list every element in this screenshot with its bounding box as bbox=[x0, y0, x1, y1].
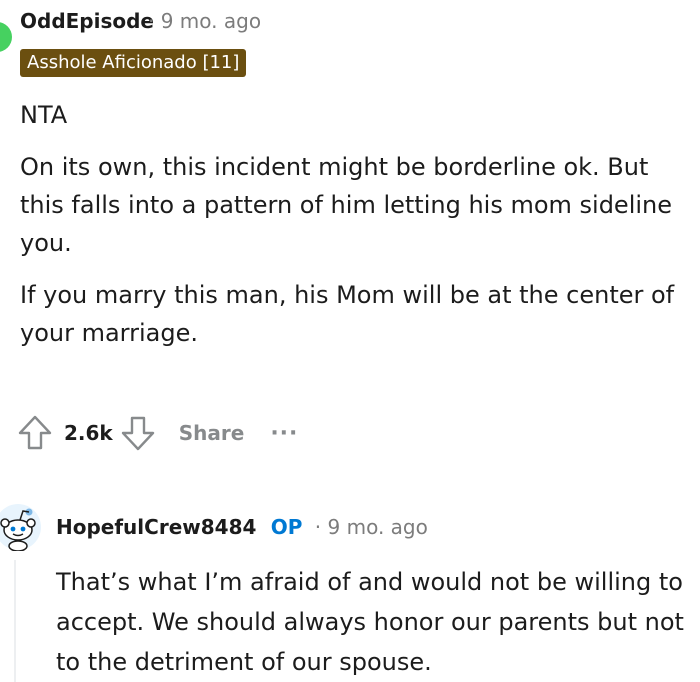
upvote-button[interactable] bbox=[16, 413, 54, 453]
snoo-avatar-icon[interactable] bbox=[0, 503, 42, 551]
comment-author[interactable]: OddEpisode bbox=[20, 9, 154, 33]
thread-line[interactable] bbox=[14, 560, 16, 682]
comment-body: NTA On its own, this incident might be b… bbox=[20, 96, 690, 366]
downvote-button[interactable] bbox=[119, 413, 157, 453]
comment-timestamp[interactable]: · 9 mo. ago bbox=[148, 9, 261, 33]
share-button[interactable]: Share bbox=[179, 421, 245, 445]
comment-header: HopefulCrew8484 OP · 9 mo. ago bbox=[56, 515, 428, 539]
more-options-icon[interactable]: ··· bbox=[270, 421, 298, 446]
upvote-arrow-icon bbox=[18, 415, 52, 450]
comment-timestamp[interactable]: · 9 mo. ago bbox=[315, 515, 428, 539]
vote-score: 2.6k bbox=[64, 421, 113, 445]
op-badge: OP bbox=[270, 515, 303, 539]
comment-body: That’s what I’m afraid of and would not … bbox=[56, 562, 696, 682]
comment-paragraph: On its own, this incident might be borde… bbox=[20, 153, 673, 257]
avatar[interactable] bbox=[0, 22, 12, 52]
comment-paragraph: NTA bbox=[20, 101, 68, 129]
comment-paragraph: That’s what I’m afraid of and would not … bbox=[56, 568, 684, 676]
user-flair: Asshole Aficionado [11] bbox=[20, 49, 247, 77]
comment-actions: 2.6k Share ··· bbox=[16, 413, 298, 453]
comment-author[interactable]: HopefulCrew8484 bbox=[56, 515, 256, 539]
downvote-arrow-icon bbox=[121, 416, 154, 451]
comment-paragraph: If you marry this man, his Mom will be a… bbox=[20, 281, 675, 347]
